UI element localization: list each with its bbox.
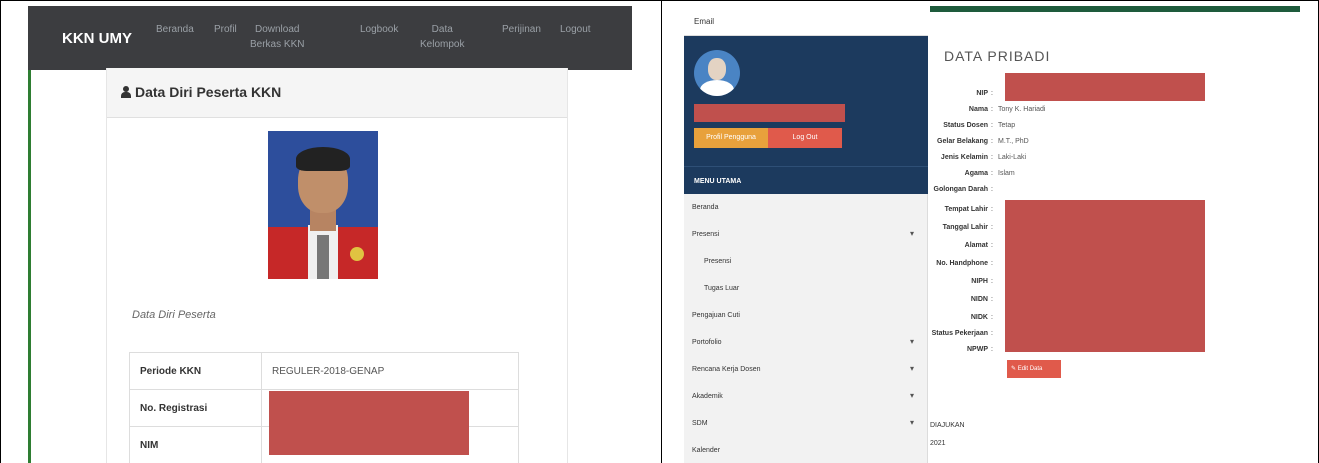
footer-status: DIAJUKAN	[930, 422, 965, 429]
panel-divider	[661, 0, 662, 463]
chevron-down-icon: ▾	[909, 391, 914, 400]
nav-profil[interactable]: Profil	[214, 22, 237, 37]
card-title: Data Diri Peserta KKN	[121, 84, 281, 100]
sidebar: Email Profil Pengguna Log Out MENU UTAMA…	[684, 6, 928, 463]
sidebar-item-presensi[interactable]: Presensi ▾	[684, 221, 928, 248]
redaction-block	[1005, 200, 1205, 352]
top-navbar: KKN UMY Beranda Profil Download Berkas K…	[28, 6, 632, 70]
nav-data-kelompok[interactable]: Data Kelompok	[420, 22, 464, 52]
logout-button[interactable]: Log Out	[768, 128, 842, 148]
redaction-block	[269, 391, 469, 455]
field-row: Agama: Islam	[964, 170, 1015, 177]
avatar[interactable]	[694, 50, 740, 96]
sidebar-subitem-presensi[interactable]: Presensi	[684, 248, 928, 275]
row-key: NIM	[129, 426, 262, 463]
card-header: Data Diri Peserta KKN	[107, 68, 567, 118]
sidebar-item-portofolio[interactable]: Portofolio ▾	[684, 329, 928, 356]
photo-caption: Data Diri Peserta	[132, 309, 216, 321]
sidebar-item-akademik[interactable]: Akademik ▾	[684, 383, 928, 410]
field-row: Status Dosen: Tetap	[943, 122, 1016, 129]
nav-perijinan[interactable]: Perijinan	[502, 22, 541, 37]
sidebar-item-rencana-kerja[interactable]: Rencana Kerja Dosen ▾	[684, 356, 928, 383]
row-key: Periode KKN	[129, 352, 262, 390]
chevron-down-icon: ▾	[909, 337, 914, 346]
logo-badge-icon	[350, 247, 364, 261]
field-row: Golongan Darah:	[933, 186, 993, 193]
sidebar-item-sdm[interactable]: SDM ▾	[684, 410, 928, 437]
nav-logbook[interactable]: Logbook	[360, 22, 398, 37]
kkn-panel: KKN UMY Beranda Profil Download Berkas K…	[20, 6, 640, 463]
nav-download[interactable]: Download Berkas KKN	[250, 22, 304, 52]
user-icon	[121, 86, 131, 98]
redaction-block	[1005, 73, 1205, 101]
sidebar-subitem-tugas-luar[interactable]: Tugas Luar	[684, 275, 928, 302]
row-value: REGULER-2018-GENAP	[261, 352, 519, 390]
sidebar-item-beranda[interactable]: Beranda	[684, 194, 928, 221]
table-row: Periode KKN REGULER-2018-GENAP	[129, 352, 519, 390]
page-border	[28, 70, 31, 463]
field-row: Jenis Kelamin: Laki-Laki	[940, 154, 1027, 161]
nav-logout[interactable]: Logout	[560, 22, 591, 37]
sidebar-item-pengajuan-cuti[interactable]: Pengajuan Cuti	[684, 302, 928, 329]
chevron-down-icon: ▾	[909, 229, 914, 238]
row-key: No. Registrasi	[129, 389, 262, 427]
main-content: DATA PRIBADI NIP: Nama: Tony K. Hariadi S…	[930, 12, 1300, 463]
profile-button[interactable]: Profil Pengguna	[694, 128, 768, 148]
redaction-block	[694, 104, 845, 122]
chevron-down-icon: ▾	[909, 364, 914, 373]
edit-icon: ✎	[1011, 366, 1018, 372]
email-label: Email	[684, 6, 928, 36]
edit-data-button[interactable]: ✎ Edit Data	[1007, 360, 1061, 378]
nav-beranda[interactable]: Beranda	[156, 22, 194, 37]
field-row: Nama: Tony K. Hariadi	[968, 106, 1046, 113]
menu-header: MENU UTAMA	[684, 166, 928, 194]
participant-photo	[268, 131, 378, 279]
sidebar-menu: Beranda Presensi ▾ Presensi Tugas Luar Pe…	[684, 194, 928, 463]
footer-year: 2021	[930, 440, 946, 447]
field-row: Gelar Belakang: M.T., PhD	[937, 138, 1029, 145]
page-title: DATA PRIBADI	[944, 48, 1051, 64]
brand-logo[interactable]: KKN UMY	[62, 30, 132, 47]
chevron-down-icon: ▾	[909, 418, 914, 427]
sidebar-item-kalender[interactable]: Kalender	[684, 437, 928, 463]
staff-panel: Email Profil Pengguna Log Out MENU UTAMA…	[684, 6, 1300, 463]
profile-box: Profil Pengguna Log Out	[684, 36, 928, 166]
